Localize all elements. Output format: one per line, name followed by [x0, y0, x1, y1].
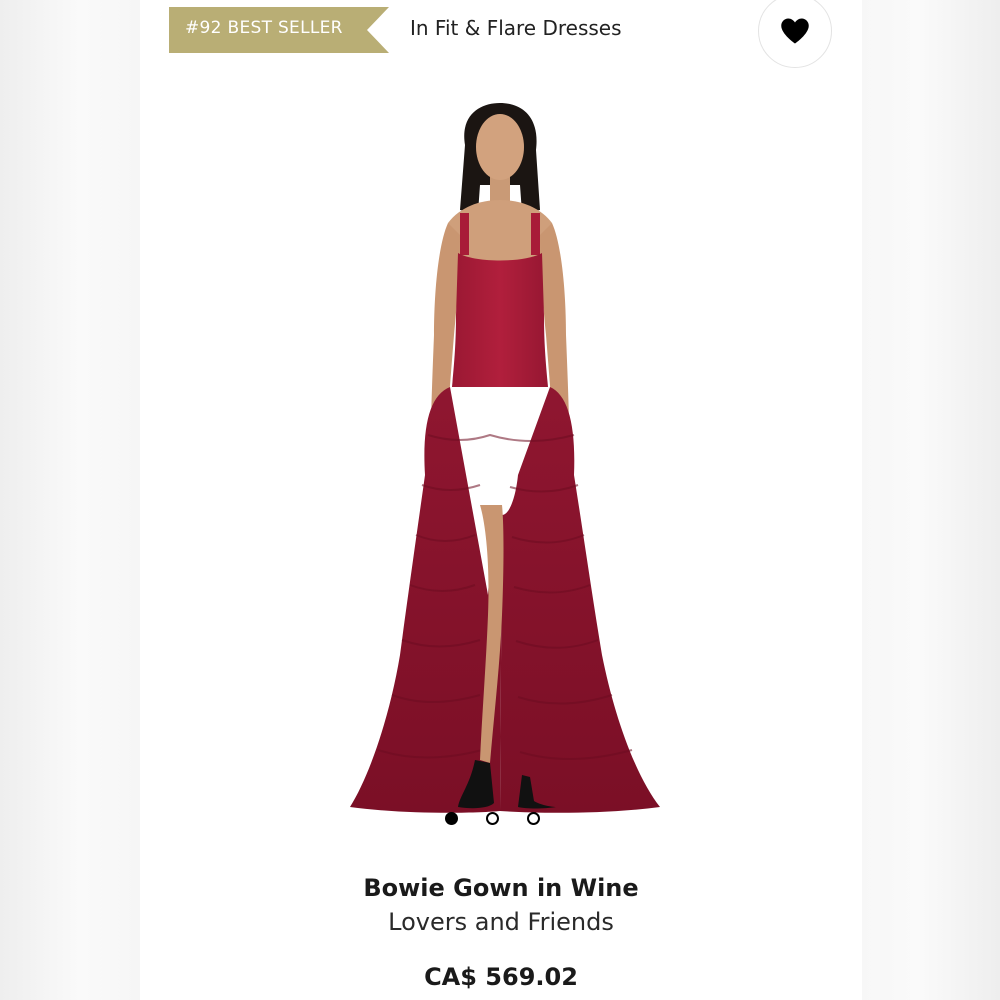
favorite-button[interactable]: [758, 0, 832, 68]
gallery-dot-2[interactable]: [486, 812, 499, 825]
product-card: #92 BEST SELLER In Fit & Flare Dresses B…: [140, 0, 862, 1000]
gallery-pagination: [445, 812, 540, 825]
left-strap: [460, 213, 469, 255]
skirt-left-panel: [350, 387, 502, 813]
best-seller-text: #92 BEST SELLER: [185, 18, 343, 38]
skirt-right-panel: [500, 387, 660, 813]
product-image[interactable]: [330, 95, 670, 835]
brand-link[interactable]: Lovers and Friends: [140, 908, 862, 936]
product-price: CA$ 569.02: [424, 963, 578, 991]
face-shape: [476, 114, 524, 180]
best-seller-badge: #92 BEST SELLER: [169, 7, 389, 53]
category-link[interactable]: In Fit & Flare Dresses: [410, 16, 622, 40]
heart-icon: [781, 18, 809, 44]
gallery-dot-3[interactable]: [527, 812, 540, 825]
page: #92 BEST SELLER In Fit & Flare Dresses B…: [0, 0, 1000, 1000]
gallery-dot-1[interactable]: [445, 812, 458, 825]
product-name: Bowie Gown in Wine: [363, 874, 639, 902]
bodice-shape: [452, 253, 548, 387]
right-strap: [531, 213, 540, 255]
